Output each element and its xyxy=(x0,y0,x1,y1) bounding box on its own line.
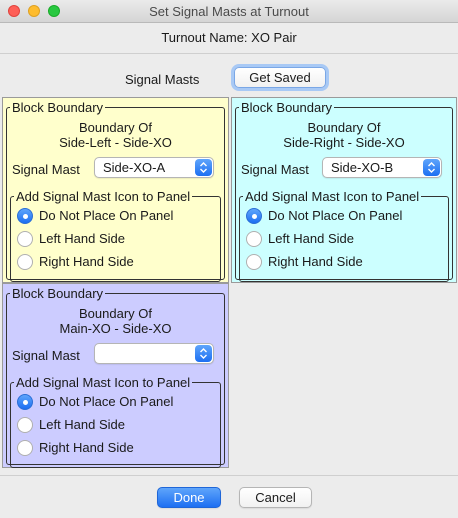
radio-label: Right Hand Side xyxy=(268,254,363,269)
chevron-updown-icon xyxy=(423,159,440,176)
radio-label: Right Hand Side xyxy=(39,254,134,269)
block-boundary-panel-side-right: Block Boundary Boundary Of Side-Right - … xyxy=(231,97,457,283)
boundary-of-label: Boundary Of xyxy=(79,120,152,135)
chevron-updown-icon xyxy=(195,345,212,362)
add-icon-legend: Add Signal Mast Icon to Panel xyxy=(14,189,193,204)
radio-label: Left Hand Side xyxy=(39,417,126,432)
signal-mast-label: Signal Mast xyxy=(241,162,309,177)
window-title: Set Signal Masts at Turnout xyxy=(149,4,309,19)
radio-label: Left Hand Side xyxy=(268,231,355,246)
signal-masts-label: Signal Masts xyxy=(125,72,200,87)
block-boundary-group: Block Boundary Boundary Of Side-Left - S… xyxy=(6,100,225,282)
get-saved-button[interactable]: Get Saved xyxy=(234,67,326,88)
done-button[interactable]: Done xyxy=(157,487,221,508)
radio-unchecked-icon[interactable] xyxy=(246,254,262,270)
add-icon-legend: Add Signal Mast Icon to Panel xyxy=(243,189,422,204)
add-icon-group: Add Signal Mast Icon to Panel Do Not Pla… xyxy=(239,189,449,282)
radio-label: Do Not Place On Panel xyxy=(39,208,174,223)
radio-label: Do Not Place On Panel xyxy=(268,208,403,223)
signal-mast-label: Signal Mast xyxy=(12,348,80,363)
signal-mast-select[interactable]: Side-XO-A xyxy=(94,157,214,178)
block-boundary-legend: Block Boundary xyxy=(10,286,106,301)
footer-divider xyxy=(0,475,458,476)
radio-checked-icon[interactable] xyxy=(17,208,33,224)
signal-mast-label: Signal Mast xyxy=(12,162,80,177)
boundary-of-label: Boundary Of xyxy=(79,306,152,321)
radio-checked-icon[interactable] xyxy=(17,394,33,410)
signal-mast-select-value: Side-XO-A xyxy=(103,160,166,175)
block-boundary-panel-main: Block Boundary Boundary Of Main-XO - Sid… xyxy=(2,283,229,468)
close-icon[interactable] xyxy=(8,5,20,17)
boundary-blocks-label: Side-Left - Side-XO xyxy=(59,135,172,150)
header-divider xyxy=(0,53,458,54)
cancel-button[interactable]: Cancel xyxy=(239,487,312,508)
window-titlebar: Set Signal Masts at Turnout xyxy=(0,0,458,23)
radio-unchecked-icon[interactable] xyxy=(17,231,33,247)
add-icon-group: Add Signal Mast Icon to Panel Do Not Pla… xyxy=(10,189,221,282)
block-boundary-legend: Block Boundary xyxy=(10,100,106,115)
chevron-updown-icon xyxy=(195,159,212,176)
zoom-icon[interactable] xyxy=(48,5,60,17)
radio-unchecked-icon[interactable] xyxy=(17,440,33,456)
radio-label: Do Not Place On Panel xyxy=(39,394,174,409)
minimize-icon[interactable] xyxy=(28,5,40,17)
radio-unchecked-icon[interactable] xyxy=(17,417,33,433)
add-icon-legend: Add Signal Mast Icon to Panel xyxy=(14,375,193,390)
turnout-name-label: Turnout Name: XO Pair xyxy=(161,30,297,45)
block-boundary-group: Block Boundary Boundary Of Side-Right - … xyxy=(235,100,453,282)
radio-label: Left Hand Side xyxy=(39,231,126,246)
add-icon-group: Add Signal Mast Icon to Panel Do Not Pla… xyxy=(10,375,221,468)
signal-mast-select[interactable]: Side-XO-B xyxy=(322,157,442,178)
radio-checked-icon[interactable] xyxy=(246,208,262,224)
radio-unchecked-icon[interactable] xyxy=(17,254,33,270)
signal-mast-select[interactable] xyxy=(94,343,214,364)
block-boundary-legend: Block Boundary xyxy=(239,100,335,115)
boundary-of-label: Boundary Of xyxy=(307,120,381,135)
boundary-blocks-label: Main-XO - Side-XO xyxy=(59,321,172,336)
block-boundary-panel-side-left: Block Boundary Boundary Of Side-Left - S… xyxy=(2,97,229,283)
signal-mast-select-value: Side-XO-B xyxy=(331,160,394,175)
block-boundary-group: Block Boundary Boundary Of Main-XO - Sid… xyxy=(6,286,225,468)
radio-unchecked-icon[interactable] xyxy=(246,231,262,247)
radio-label: Right Hand Side xyxy=(39,440,134,455)
boundary-blocks-label: Side-Right - Side-XO xyxy=(283,135,405,150)
